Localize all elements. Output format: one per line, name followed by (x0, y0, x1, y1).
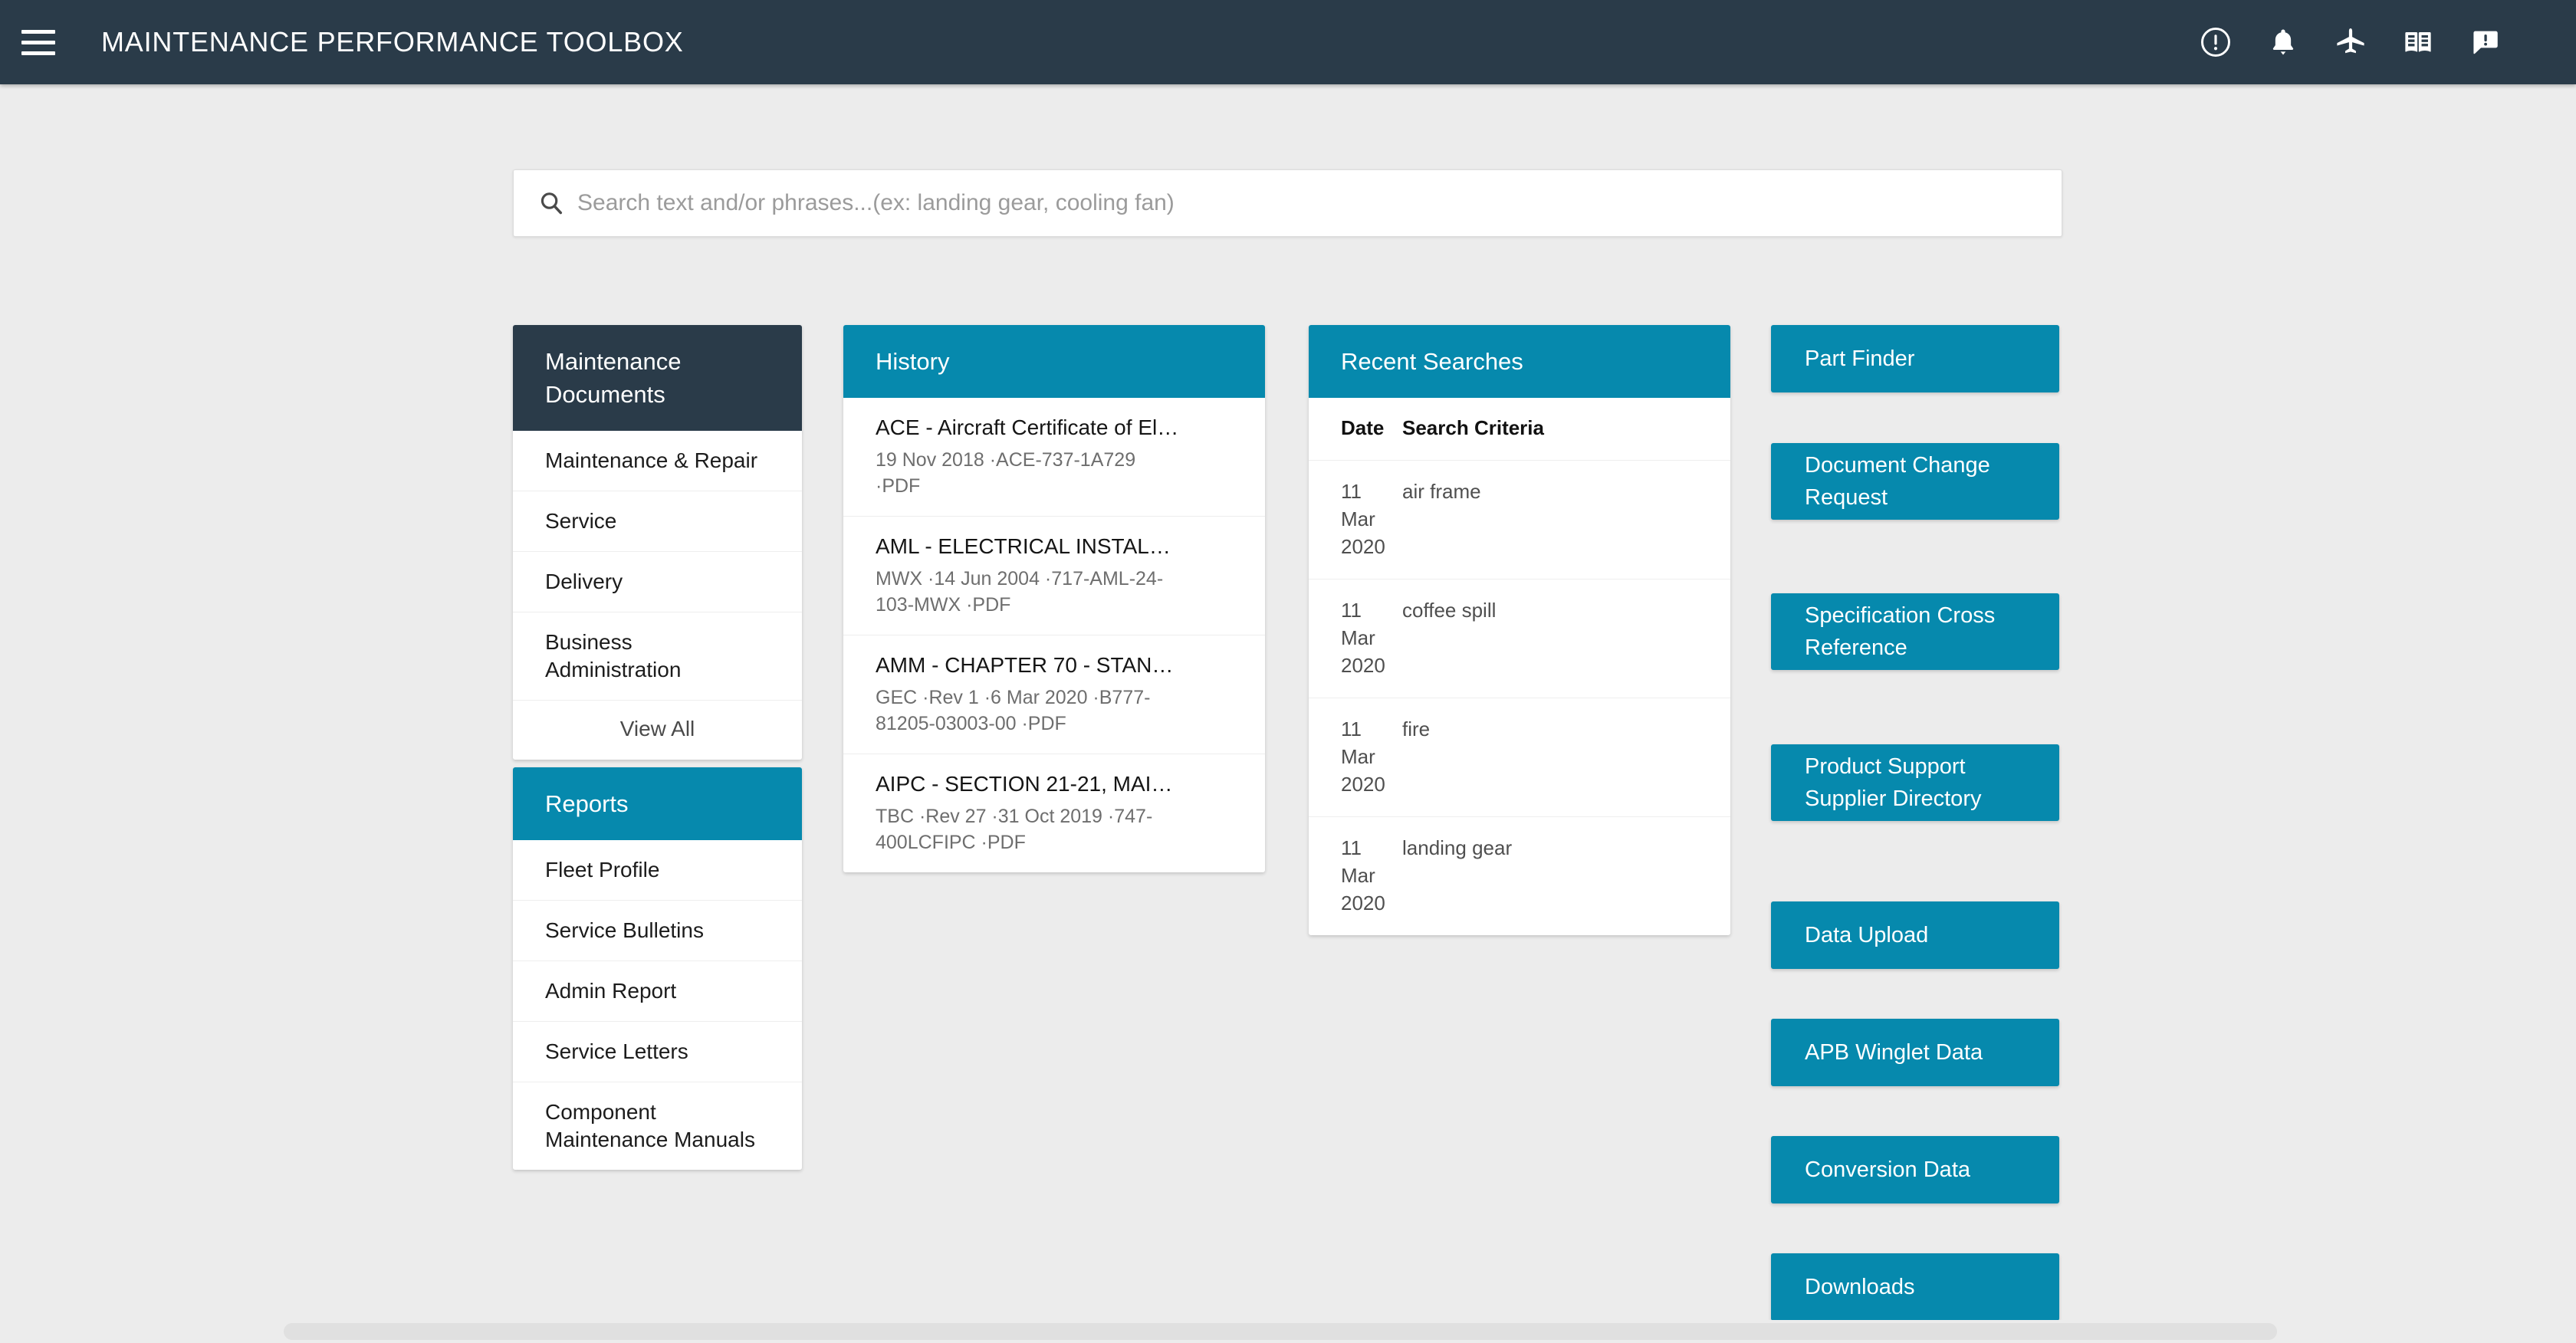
history-item-meta: GEC ·Rev 1 ·6 Mar 2020 ·B777-81205-03003… (876, 687, 1151, 734)
list-item[interactable]: AMM - CHAPTER 70 - STANDAR… GEC ·Rev 1 ·… (843, 635, 1265, 754)
book-icon[interactable] (2384, 15, 2452, 69)
sidebar-item-maintenance-repair[interactable]: Maintenance & Repair (513, 431, 802, 491)
hamburger-bar-2 (21, 40, 55, 44)
hamburger-bar-1 (21, 29, 55, 34)
search-input[interactable] (577, 190, 2034, 216)
history-card: History ACE - Aircraft Certificate of El… (843, 325, 1265, 872)
airplane-icon[interactable] (2317, 15, 2384, 69)
maintenance-documents-title: Maintenance Documents (513, 325, 802, 431)
recent-searches-card: Recent Searches Date Search Criteria 11 … (1309, 325, 1730, 935)
recent-searches-title: Recent Searches (1309, 325, 1730, 398)
history-title: History (843, 325, 1265, 398)
history-item-title: AIPC - SECTION 21-21, MAIN DIS… (876, 772, 1179, 796)
apb-winglet-data-button[interactable]: APB Winglet Data (1771, 1019, 2059, 1086)
sidebar-item-service-letters[interactable]: Service Letters (513, 1022, 802, 1082)
sidebar-item-business-administration[interactable]: Business Administration (513, 612, 802, 701)
feedback-icon[interactable] (2452, 15, 2519, 69)
app-title: MAINTENANCE PERFORMANCE TOOLBOX (101, 26, 684, 57)
global-search-bar[interactable] (513, 169, 2062, 237)
downloads-button[interactable]: Downloads (1771, 1253, 2059, 1321)
cell-date: 11 Mar 2020 (1341, 836, 1385, 914)
search-icon (537, 189, 565, 217)
cell-search-criteria: landing gear (1402, 836, 1513, 859)
cell-search-criteria: coffee spill (1393, 579, 1730, 698)
conversion-data-button[interactable]: Conversion Data (1771, 1136, 2059, 1203)
reports-card: Reports Fleet Profile Service Bulletins … (513, 767, 802, 1170)
data-upload-button[interactable]: Data Upload (1771, 901, 2059, 969)
history-item-meta: TBC ·Rev 27 ·31 Oct 2019 ·747-400LCFIPC … (876, 806, 1153, 853)
document-change-request-button[interactable]: Document Change Request (1771, 443, 2059, 520)
cell-date: 11 Mar 2020 (1309, 698, 1393, 817)
table-row[interactable]: 11 Mar 2020 landing gear (1309, 817, 1730, 936)
sidebar-item-service[interactable]: Service (513, 491, 802, 552)
table-row[interactable]: 11 Mar 2020 fire (1309, 698, 1730, 817)
history-item-meta: 19 Nov 2018 ·ACE-737-1A729 ·PDF (876, 449, 1136, 497)
history-item-title: ACE - Aircraft Certificate of Eligibilit… (876, 415, 1179, 439)
cell-date: 11 Mar 2020 (1309, 579, 1393, 698)
history-item-title: AMM - CHAPTER 70 - STANDAR… (876, 653, 1179, 677)
specification-cross-reference-button[interactable]: Specification Cross Reference (1771, 593, 2059, 670)
sidebar-item-service-bulletins[interactable]: Service Bulletins (513, 901, 802, 961)
sidebar-item-delivery[interactable]: Delivery (513, 552, 802, 612)
header-icon-group (2182, 15, 2519, 69)
sidebar-item-fleet-profile[interactable]: Fleet Profile (513, 840, 802, 901)
alert-circle-icon[interactable] (2182, 15, 2249, 69)
cell-date: 11 Mar 2020 (1309, 460, 1393, 580)
reports-title: Reports (513, 767, 802, 840)
product-support-supplier-directory-button[interactable]: Product Support Supplier Directory (1771, 744, 2059, 821)
list-item[interactable]: AIPC - SECTION 21-21, MAIN DIS… TBC ·Rev… (843, 754, 1265, 872)
table-row[interactable]: 11 Mar 2020 coffee spill (1309, 579, 1730, 698)
hamburger-bar-3 (21, 51, 55, 55)
horizontal-scrollbar-track[interactable] (0, 1320, 2576, 1343)
history-item-title: AML - ELECTRICAL INSTALLATIO… (876, 534, 1179, 558)
sidebar-item-admin-report[interactable]: Admin Report (513, 961, 802, 1022)
part-finder-button[interactable]: Part Finder (1771, 325, 2059, 392)
list-item[interactable]: AML - ELECTRICAL INSTALLATIO… MWX ·14 Ju… (843, 517, 1265, 635)
cell-search-criteria: fire (1393, 698, 1730, 817)
bell-icon[interactable] (2249, 15, 2317, 69)
table-row[interactable]: 11 Mar 2020 air frame (1309, 460, 1730, 580)
cell-search-criteria: air frame (1393, 460, 1730, 580)
history-item-meta: MWX ·14 Jun 2004 ·717-AML-24-103-MWX ·PD… (876, 568, 1164, 616)
sidebar-item-component-maintenance-manuals[interactable]: Component Maintenance Manuals (513, 1082, 802, 1170)
view-all-link[interactable]: View All (513, 701, 802, 760)
recent-searches-table: Date Search Criteria 11 Mar 2020 air fra… (1309, 398, 1730, 935)
column-header-search-criteria: Search Criteria (1393, 398, 1730, 461)
maintenance-documents-card: Maintenance Documents Maintenance & Repa… (513, 325, 802, 760)
column-header-date: Date (1309, 398, 1393, 461)
app-header: MAINTENANCE PERFORMANCE TOOLBOX (0, 0, 2576, 84)
hamburger-menu-icon[interactable] (21, 25, 61, 59)
table-header-row: Date Search Criteria (1309, 398, 1730, 461)
horizontal-scrollbar-thumb[interactable] (284, 1323, 2277, 1340)
list-item[interactable]: ACE - Aircraft Certificate of Eligibilit… (843, 398, 1265, 517)
